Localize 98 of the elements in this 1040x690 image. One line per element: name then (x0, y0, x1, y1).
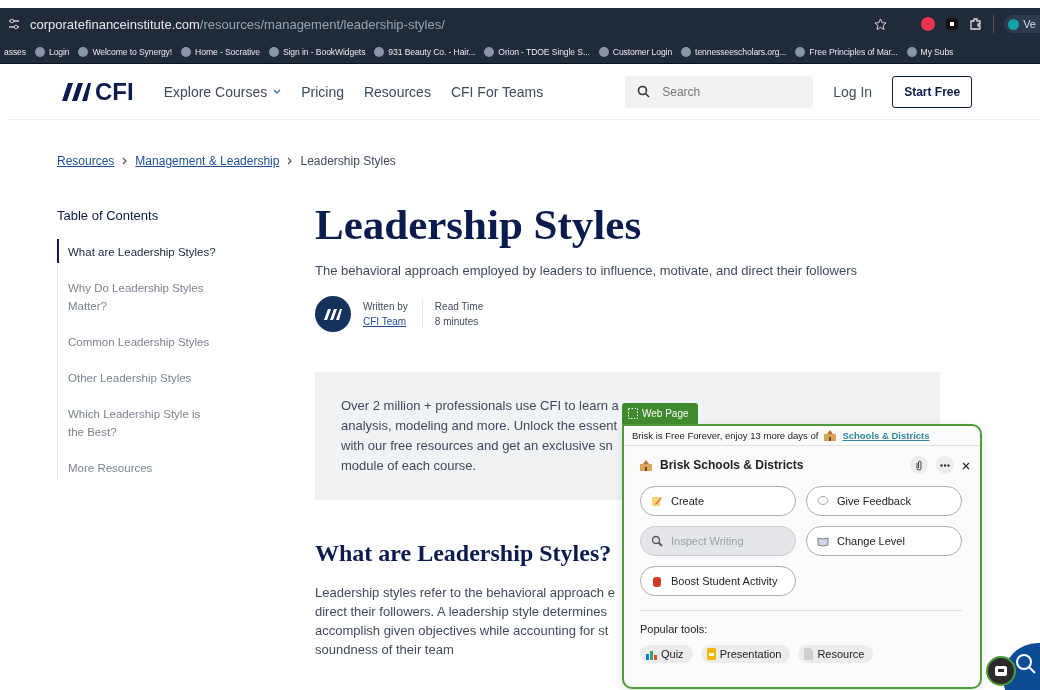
cfi-logo[interactable]: CFI (57, 77, 134, 106)
login-link[interactable]: Log In (833, 83, 873, 100)
callout-text-line: Over 2 million + professionals use CFI to learn a (341, 397, 619, 415)
nav-link[interactable]: Resources (363, 83, 431, 100)
written-by-label: Written by (363, 300, 408, 314)
callout-text-line: module of each course. (341, 457, 477, 475)
backpack-icon (651, 575, 663, 587)
toc-link[interactable]: Other Leadership Styles (57, 365, 217, 389)
search-icon (1015, 653, 1037, 675)
paperclip-icon (915, 459, 923, 471)
selection-frame-icon (628, 408, 638, 419)
body-text-line: soundness of their team (315, 641, 454, 659)
favicon-icon (34, 46, 45, 57)
paperclip-button[interactable] (910, 456, 928, 474)
web-page-tab[interactable]: Web Page (622, 403, 698, 424)
extension-icon[interactable] (945, 17, 960, 31)
start-free-button[interactable]: Start Free (892, 75, 973, 108)
bookmark-item[interactable]: Home - Socrative (181, 46, 260, 57)
speech-bubble-icon (817, 495, 829, 507)
search-input[interactable]: Search (660, 83, 791, 100)
slides-file-icon (706, 648, 716, 660)
banner-text: Brisk is Free Forever, enjoy 13 more days of (632, 430, 819, 441)
callout-text-line: analysis, modeling and more. Unlock the essent (341, 417, 618, 435)
subtitle: The behavioral approach employed by leaders to influence, motivate, and direct their followers (315, 263, 858, 278)
search-field[interactable]: Search (625, 75, 814, 108)
bookmark-item[interactable]: Welcome to Synergy! (78, 46, 173, 57)
document-icon (804, 648, 814, 660)
schools-districts-link[interactable]: Schools & Districts (842, 430, 930, 441)
tool-action-button[interactable]: Boost Student Activity (640, 566, 796, 596)
more-options-button[interactable] (936, 456, 954, 474)
popular-tools-label: Popular tools: (639, 622, 709, 635)
open-book-icon (817, 535, 829, 547)
close-icon (962, 461, 970, 470)
nav-link[interactable]: CFI For Teams (450, 83, 544, 100)
puzzle-icon[interactable] (969, 17, 984, 31)
profile-chip[interactable]: Ve (1004, 15, 1040, 33)
callout-text-line: with our free resources and get an exclusive sn (341, 437, 613, 455)
notepad-pencil-icon (651, 495, 663, 507)
favicon-icon (795, 46, 806, 57)
school-building-icon (824, 430, 837, 441)
tool-action-button[interactable]: Give Feedback (806, 486, 962, 516)
address-bar[interactable]: corporatefinanceinstitute.com/resources/management/leadership-styles/ Ve (0, 8, 1040, 40)
favicon-icon (681, 46, 692, 57)
bookmark-item[interactable]: My Subs (906, 46, 954, 57)
url-text: corporatefinanceinstitute.com/resources/management/leadership-styles/ (30, 16, 446, 32)
bookmark-item[interactable]: asses (4, 46, 26, 57)
breadcrumb-link[interactable]: Management & Leadership (135, 154, 280, 168)
favicon-icon (78, 46, 89, 57)
brisk-launcher-button[interactable] (986, 656, 1016, 686)
site-settings-icon[interactable] (8, 18, 20, 30)
popular-tool-chip[interactable]: Quiz (640, 645, 693, 663)
body-text-line: Leadership styles refer to the behavioral approach e (315, 584, 615, 602)
bookmark-item[interactable]: Login (34, 46, 70, 57)
bookmark-item[interactable]: 931 Beauty Co. - Hair... (374, 46, 476, 57)
breadcrumb-current: Leadership Styles (300, 154, 396, 168)
search-icon (637, 85, 651, 98)
read-time-label: Read Time (434, 300, 484, 314)
favicon-icon (484, 46, 495, 57)
toc-link[interactable]: More Resources (57, 455, 217, 479)
toc-link[interactable]: Common Leadership Styles (57, 329, 217, 353)
toc-link[interactable]: Why Do Leadership Styles Matter? (57, 275, 217, 317)
bar-chart-icon (646, 648, 657, 660)
bookmark-item[interactable]: tennesseescholars.org... (681, 46, 787, 57)
breadcrumb-link[interactable]: Resources (57, 154, 115, 168)
favicon-icon (268, 46, 279, 57)
author-avatar-logo (315, 296, 351, 332)
favicon-icon (598, 46, 609, 57)
nav-link[interactable]: Pricing (301, 83, 344, 100)
tool-action-button[interactable]: Create (640, 486, 796, 516)
popular-tool-chip[interactable]: Resource (798, 645, 874, 663)
chevron-right-icon (122, 157, 128, 165)
author-link[interactable]: CFI Team (363, 314, 408, 329)
robot-face-icon (994, 665, 1008, 677)
bookmark-item[interactable]: Customer Login (598, 46, 673, 57)
section-heading: What are Leadership Styles? (315, 540, 612, 567)
toc-title: Table of Contents (57, 208, 160, 223)
school-building-icon (640, 459, 652, 471)
nav-link[interactable]: Explore Courses (163, 83, 282, 100)
favicon-icon (374, 46, 385, 57)
magnifier-icon (651, 535, 663, 547)
popular-tool-chip[interactable]: Presentation (700, 645, 791, 663)
tool-action-button[interactable]: Change Level (806, 526, 962, 556)
bookmark-item[interactable]: Orion - TDOE Single S... (484, 46, 590, 57)
bookmark-item[interactable]: Free Principles of Mar... (795, 46, 898, 57)
adblock-icon[interactable] (921, 17, 936, 31)
bookmark-item[interactable]: Sign in - BookWidgets (268, 46, 366, 57)
chevron-right-icon (287, 157, 293, 165)
read-time-value: 8 minutes (434, 315, 480, 329)
panel-title: Brisk Schools & Districts (660, 458, 805, 472)
body-text-line: accomplish given objectives while accounting for st (315, 622, 609, 640)
page-title: Leadership Styles (315, 200, 643, 249)
ellipsis-icon (940, 463, 950, 467)
favicon-icon (906, 46, 917, 57)
toc-link[interactable]: Which Leadership Style is the Best? (57, 401, 217, 443)
star-icon[interactable] (874, 17, 888, 31)
toc-link[interactable]: What are Leadership Styles? (57, 239, 217, 263)
favicon-icon (181, 46, 192, 57)
body-text-line: direct their followers. A leadership style determines (315, 603, 607, 621)
